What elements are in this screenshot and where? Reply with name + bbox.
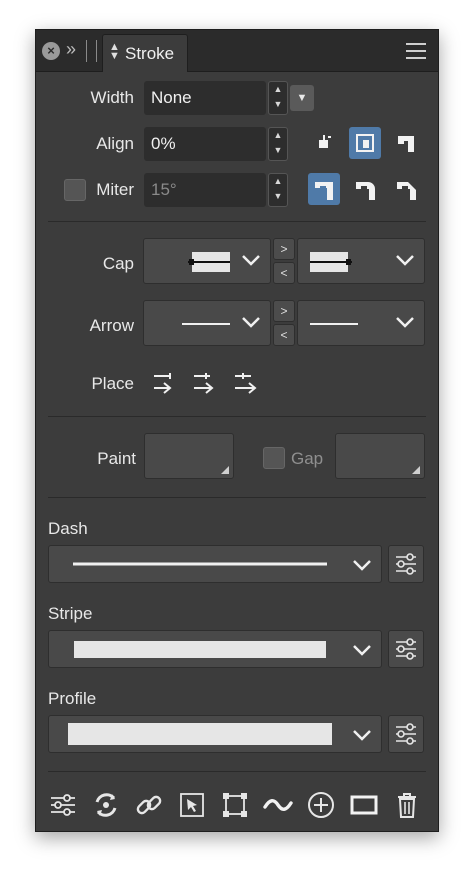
profile-select[interactable] xyxy=(48,715,382,753)
stripe-select[interactable] xyxy=(48,630,382,668)
join-round-icon[interactable] xyxy=(349,173,381,205)
paint-label: Paint xyxy=(97,449,136,468)
stripe-settings-button[interactable] xyxy=(388,630,424,668)
arrow-none-icon xyxy=(182,323,230,325)
profile-settings-button[interactable] xyxy=(388,715,424,753)
trash-icon[interactable] xyxy=(392,790,422,820)
stroke-panel: × » ▲ ▼ Stroke Width None ▲ ▼ ▼ Align 0% ▲… xyxy=(35,29,439,832)
settings-sliders-icon xyxy=(396,638,416,660)
collapse-chevrons-icon[interactable]: » xyxy=(66,39,76,60)
cap-swap-arrows[interactable]: > < xyxy=(273,238,295,284)
width-field[interactable]: None xyxy=(144,81,266,115)
add-circle-icon[interactable] xyxy=(306,790,336,820)
bottom-toolbar xyxy=(36,790,438,832)
separator xyxy=(48,497,426,498)
sort-arrows-icon: ▲ ▼ xyxy=(109,41,120,62)
rectangle-icon[interactable] xyxy=(349,790,379,820)
panel-tab-bar: × » ▲ ▼ Stroke xyxy=(36,30,438,72)
cap-butt-end-icon xyxy=(310,252,352,272)
gap-swatch[interactable] xyxy=(335,433,425,479)
panel-menu-icon[interactable] xyxy=(406,43,426,59)
next-arrow-icon[interactable]: > xyxy=(273,238,295,260)
prev-arrow-icon[interactable]: < xyxy=(273,262,295,284)
join-miter-icon[interactable] xyxy=(308,173,340,205)
place-before-icon[interactable] xyxy=(148,368,180,400)
miter-field[interactable]: 15° xyxy=(144,173,266,207)
gap-checkbox[interactable] xyxy=(263,447,285,469)
miter-stepper[interactable]: ▲ ▼ xyxy=(268,173,288,207)
dash-preview xyxy=(73,562,327,566)
start-cap-select[interactable] xyxy=(143,238,271,284)
paint-swatch[interactable] xyxy=(144,433,234,479)
arrow-label: Arrow xyxy=(89,316,134,335)
stripe-label: Stripe xyxy=(48,604,93,623)
profile-label: Profile xyxy=(48,689,97,708)
align-stepper[interactable]: ▲ ▼ xyxy=(268,127,288,161)
align-field[interactable]: 0% xyxy=(144,127,266,161)
cap-label: Cap xyxy=(102,254,134,273)
width-dropdown-button[interactable]: ▼ xyxy=(290,85,314,111)
separator xyxy=(48,221,426,222)
profile-preview xyxy=(68,723,332,745)
tab-stroke[interactable]: ▲ ▼ Stroke xyxy=(102,34,188,72)
end-cap-select[interactable] xyxy=(297,238,425,284)
close-icon[interactable]: × xyxy=(42,42,60,60)
settings-sliders-icon xyxy=(396,723,416,745)
chevron-down-icon xyxy=(242,317,260,328)
next-arrow-icon[interactable]: > xyxy=(273,300,295,322)
chevron-down-icon xyxy=(396,255,414,266)
align-label: Align xyxy=(96,134,134,153)
start-arrow-select[interactable] xyxy=(143,300,271,346)
dash-settings-button[interactable] xyxy=(388,545,424,583)
settings-sliders-icon xyxy=(396,553,416,575)
gap-label: Gap xyxy=(291,449,324,468)
convert-cycle-icon[interactable] xyxy=(91,790,121,820)
stripe-preview xyxy=(74,641,326,658)
place-label: Place xyxy=(91,374,134,393)
dash-label: Dash xyxy=(48,519,88,538)
chevron-down-icon xyxy=(396,317,414,328)
select-arrow-icon[interactable] xyxy=(177,790,207,820)
chevron-down-icon xyxy=(242,255,260,266)
arrow-none-end-icon xyxy=(310,323,358,325)
separator xyxy=(48,416,426,417)
width-label: Width xyxy=(90,88,134,107)
place-after-icon[interactable] xyxy=(229,368,261,400)
arrow-swap-arrows[interactable]: > < xyxy=(273,300,295,346)
chevron-down-icon xyxy=(353,645,371,656)
transform-box-icon[interactable] xyxy=(220,790,250,820)
dash-select[interactable] xyxy=(48,545,382,583)
end-arrow-select[interactable] xyxy=(297,300,425,346)
separator xyxy=(48,771,426,772)
miter-checkbox[interactable] xyxy=(64,179,86,201)
drag-handle-icon[interactable] xyxy=(86,40,97,62)
cap-butt-icon xyxy=(188,252,230,272)
place-at-icon[interactable] xyxy=(188,368,220,400)
join-bevel-icon[interactable] xyxy=(390,173,422,205)
miter-label: Miter xyxy=(96,180,134,199)
settings-sliders-icon[interactable] xyxy=(48,790,78,820)
align-center-icon[interactable] xyxy=(349,127,381,159)
width-stepper[interactable]: ▲ ▼ xyxy=(268,81,288,115)
link-icon[interactable] xyxy=(134,790,164,820)
chevron-down-icon xyxy=(353,560,371,571)
align-inside-icon[interactable] xyxy=(308,127,340,159)
chevron-down-icon xyxy=(353,730,371,741)
prev-arrow-icon[interactable]: < xyxy=(273,324,295,346)
tab-title: Stroke xyxy=(125,44,175,63)
align-outside-icon[interactable] xyxy=(390,127,422,159)
wave-icon[interactable] xyxy=(263,790,293,820)
